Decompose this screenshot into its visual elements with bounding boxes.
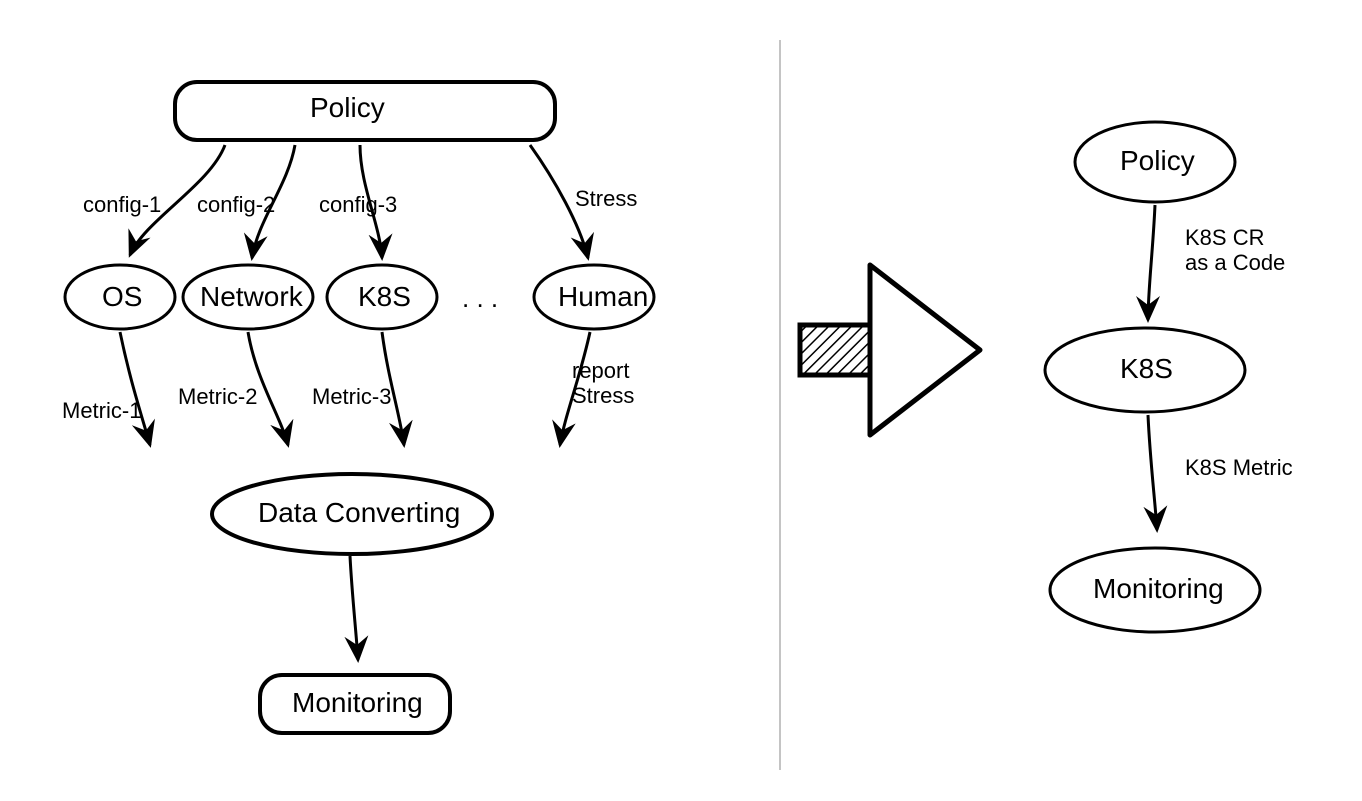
k8s-label-right: K8S: [1120, 353, 1173, 385]
dots: . . .: [462, 283, 498, 314]
edge-k8s-metric: K8S Metric: [1185, 455, 1293, 480]
network-label: Network: [200, 281, 303, 313]
data-converting-label: Data Converting: [258, 497, 460, 529]
policy-label-left: Policy: [310, 92, 385, 124]
edge-config2: config-2: [197, 192, 275, 217]
monitoring-label-right: Monitoring: [1093, 573, 1224, 605]
edge-metric1: Metric-1: [62, 398, 141, 423]
edge-config3: config-3: [319, 192, 397, 217]
monitoring-label-left: Monitoring: [292, 687, 423, 719]
edge-stress: Stress: [575, 186, 637, 211]
edge-config1: config-1: [83, 192, 161, 217]
edge-metric3: Metric-3: [312, 384, 391, 409]
big-arrow-icon: [800, 265, 980, 435]
policy-label-right: Policy: [1120, 145, 1195, 177]
edge-report-stress: report Stress: [572, 358, 634, 409]
k8s-label-left: K8S: [358, 281, 411, 313]
edge-metric2: Metric-2: [178, 384, 257, 409]
os-label: OS: [102, 281, 142, 313]
edge-k8s-cr: K8S CR as a Code: [1185, 225, 1285, 276]
human-label: Human: [558, 281, 648, 313]
